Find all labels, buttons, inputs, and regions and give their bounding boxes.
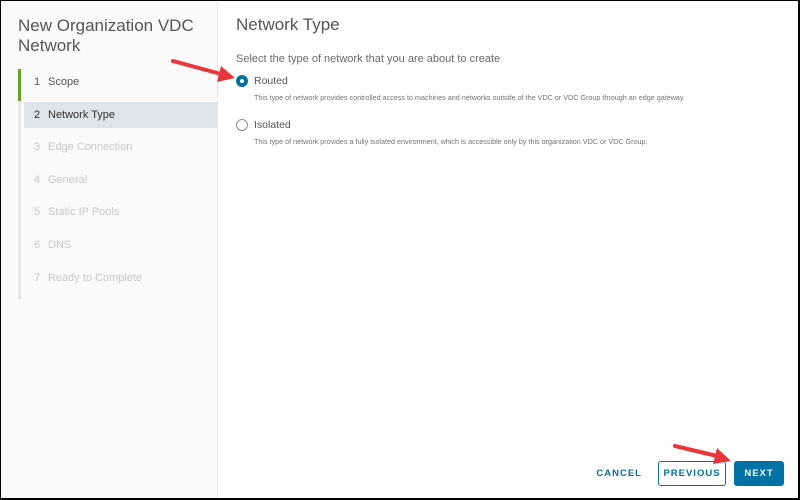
- next-button[interactable]: NEXT: [734, 461, 784, 486]
- step-label: DNS: [48, 238, 72, 251]
- step-label: Scope: [48, 76, 80, 88]
- step-progress-indicator: [18, 69, 21, 101]
- step-label: Ready to Complete: [48, 271, 143, 284]
- page-title: Network Type: [236, 15, 340, 34]
- step-static-ip-pools: 5 Static IP Pools: [24, 199, 218, 225]
- wizard-steps: 1 Scope 2 Network Type 3 Edge Connection 4G…: [18, 69, 218, 299]
- step-dns: 6 DNS: [24, 232, 218, 258]
- wizard-content: Network Type Select the type of network …: [219, 1, 798, 498]
- step-label: General: [48, 173, 88, 186]
- isolated-description: This type of network provides a fully is…: [254, 137, 648, 146]
- step-edge-connection: 3 Edge Connection: [24, 134, 218, 160]
- wizard-dialog: New Organization VDC Network 1 Scope 2 Net…: [1, 1, 798, 498]
- step-number: 3: [34, 141, 41, 154]
- step-scope[interactable]: 1 Scope: [24, 69, 218, 95]
- option-isolated: Isolated This type of network provides a…: [236, 119, 648, 146]
- step-label: Network Type: [48, 108, 116, 121]
- step-general: 4 General: [24, 167, 218, 193]
- routed-label[interactable]: Routed: [254, 75, 288, 87]
- step-number: 4: [34, 173, 41, 186]
- routed-radio-button[interactable]: [236, 75, 248, 87]
- wizard-footer: CANCEL PREVIOUS NEXT: [584, 461, 784, 486]
- step-label: Edge Connection: [48, 141, 133, 154]
- isolated-radio-button[interactable]: [236, 119, 248, 131]
- wizard-title: New Organization VDC Network: [18, 16, 194, 55]
- isolated-label[interactable]: Isolated: [254, 119, 291, 131]
- step-number: 1: [34, 76, 41, 88]
- step-ready-to-complete: 7 Ready to Complete: [24, 265, 218, 291]
- step-number: 7: [34, 271, 41, 284]
- isolated-radio-row[interactable]: Isolated: [236, 119, 648, 131]
- wizard-sidebar: New Organization VDC Network 1 Scope 2 Net…: [1, 1, 218, 498]
- step-number: 5: [34, 206, 41, 219]
- step-number: 6: [34, 238, 41, 251]
- step-network-type[interactable]: 2 Network Type: [24, 101, 218, 128]
- step-label: Static IP Pools: [48, 206, 120, 219]
- cancel-button[interactable]: CANCEL: [584, 461, 654, 486]
- routed-radio-row[interactable]: Routed: [236, 75, 685, 87]
- option-routed: Routed This type of network provides con…: [236, 75, 685, 102]
- step-number: 2: [34, 108, 41, 121]
- instruction-text: Select the type of network that you are …: [236, 53, 501, 65]
- routed-description: This type of network provides controlled…: [254, 93, 685, 102]
- previous-button[interactable]: PREVIOUS: [658, 461, 726, 486]
